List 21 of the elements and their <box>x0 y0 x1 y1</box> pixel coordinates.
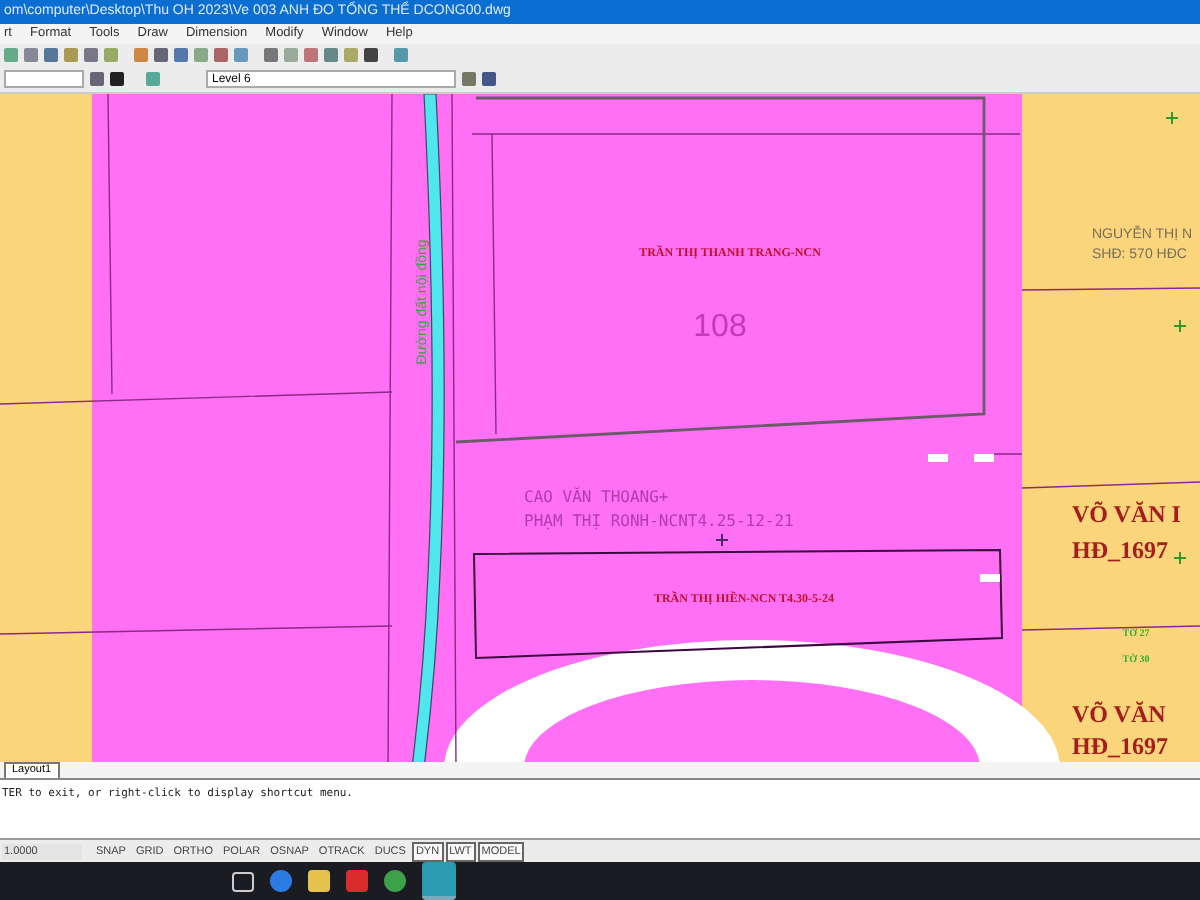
owner-label: HĐ_1697 <box>1072 731 1168 760</box>
marker-icon <box>980 573 1000 582</box>
owner-label: VÕ VĂN <box>1072 699 1166 728</box>
task-view-icon[interactable] <box>232 871 254 891</box>
browser-icon[interactable] <box>384 870 406 892</box>
marker-icon <box>928 453 948 462</box>
marker-icon <box>974 453 994 462</box>
chat-app-icon[interactable] <box>270 870 292 892</box>
owner-label: VÕ VĂN I <box>1072 499 1181 528</box>
video-app-icon[interactable] <box>346 870 368 892</box>
plus-marker-icon <box>1173 318 1187 333</box>
plus-marker-icon <box>1165 110 1179 125</box>
folder-icon[interactable] <box>308 870 330 892</box>
plus-marker-icon <box>715 532 729 547</box>
owner-label: PHẠM THỊ RONH-NCNT4.25-12-21 <box>524 511 794 530</box>
owner-label: HĐ_1697 <box>1072 535 1168 564</box>
parcel-number: 108 <box>693 309 747 344</box>
style-dropdown[interactable] <box>4 70 84 89</box>
owner-label: CAO VĂN THOANG+ <box>524 487 669 506</box>
plus-marker-icon <box>1173 550 1187 565</box>
layer-icon[interactable] <box>146 72 160 87</box>
